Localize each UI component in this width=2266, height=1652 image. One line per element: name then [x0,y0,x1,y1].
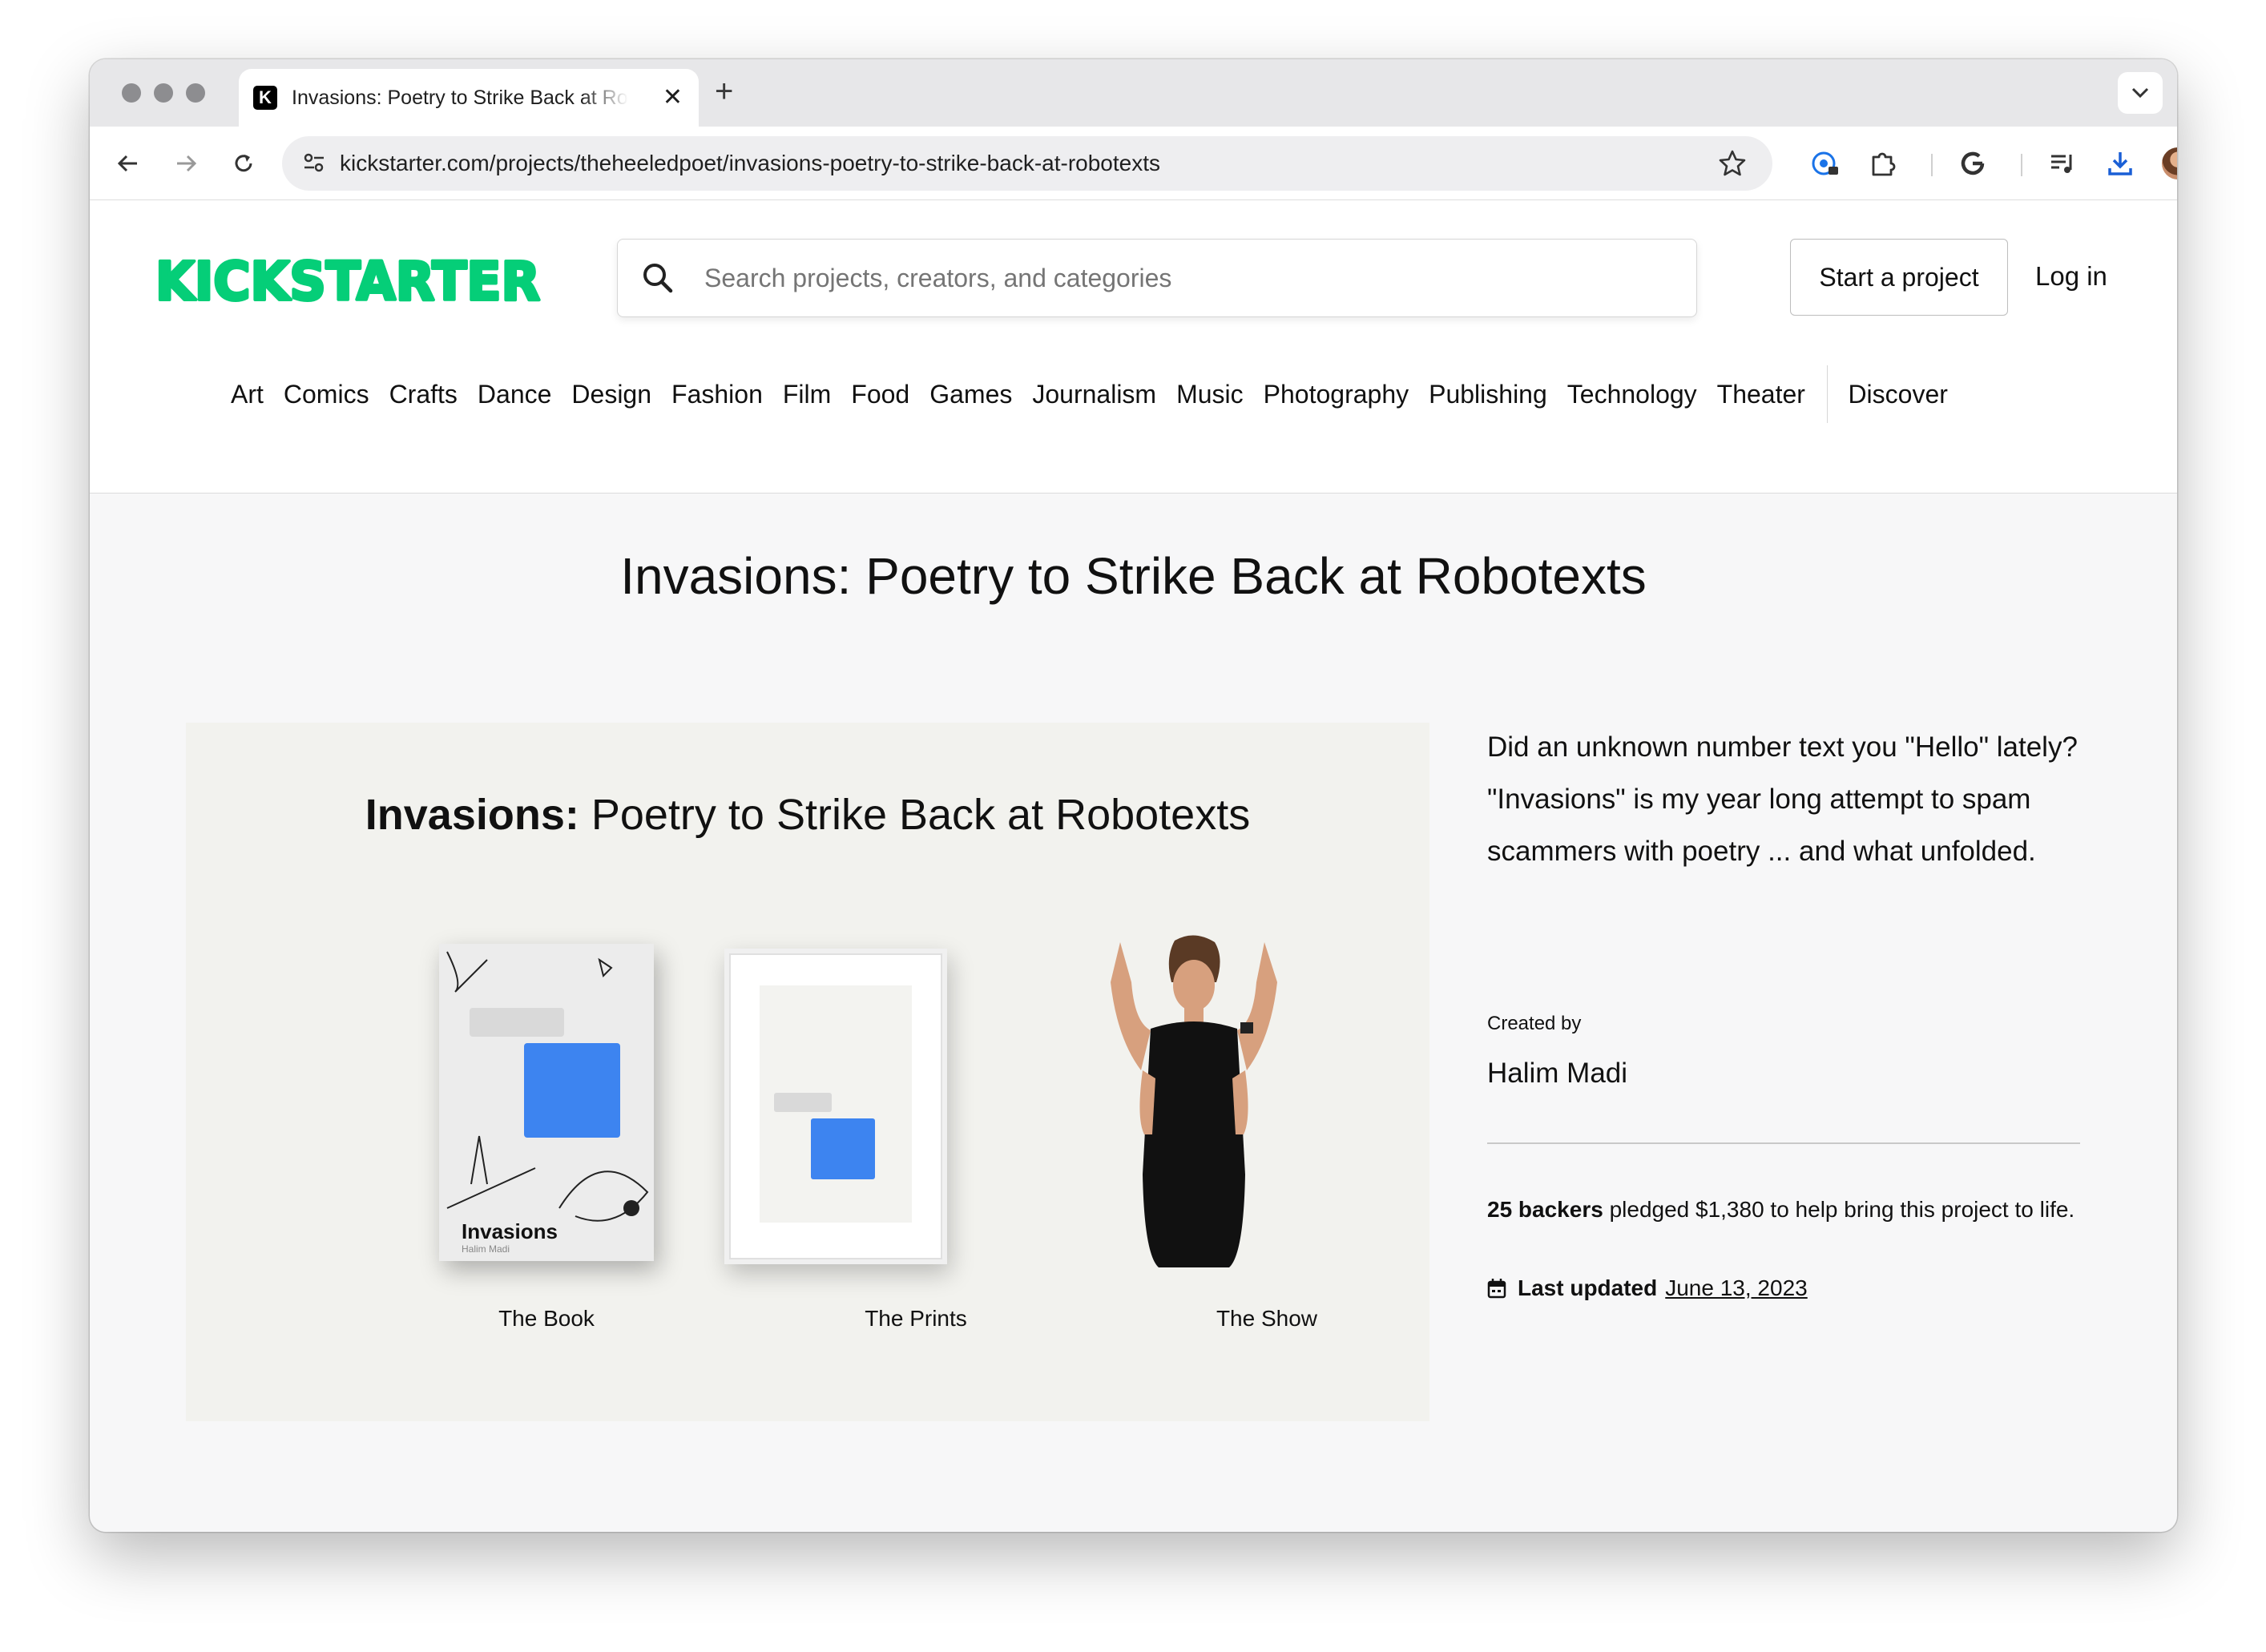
downloads-button[interactable] [2099,143,2141,184]
project-hero-image[interactable]: Invasions: Poetry to Strike Back at Robo… [186,723,1429,1421]
site-header: KICKSTARTER Start a project Log in Art C… [90,200,2177,494]
backers-count: 25 backers [1487,1197,1603,1222]
category-theater[interactable]: Theater [1717,380,1805,409]
google-g-icon [1961,151,1985,175]
bookmark-star-icon[interactable] [1716,147,1748,179]
category-games[interactable]: Games [929,380,1012,409]
category-publishing[interactable]: Publishing [1429,380,1547,409]
tab-search-button[interactable] [2118,72,2163,114]
svg-text:KICKSTARTER: KICKSTARTER [155,255,540,306]
search-icon [643,264,673,293]
toolbar-divider [2021,154,2022,176]
kickstarter-logo-icon: KICKSTARTER [154,249,542,314]
close-window-button[interactable] [122,83,141,103]
category-photography[interactable]: Photography [1264,380,1409,409]
arrow-right-icon [177,155,197,172]
url-text: kickstarter.com/projects/theheeledpoet/i… [340,151,1160,175]
chevron-down-icon [2131,87,2149,99]
project-title: Invasions: Poetry to Strike Back at Robo… [620,547,1647,605]
media-list-icon [2051,155,2072,173]
creator-name-link[interactable]: Halim Madi [1487,1058,1627,1090]
minimize-window-button[interactable] [154,83,173,103]
zoom-window-button[interactable] [186,83,205,103]
print-frame-image [724,949,947,1264]
password-manager-button[interactable] [1804,143,1846,184]
toolbar-divider [1931,154,1933,176]
discover-link[interactable]: Discover [1848,380,1947,409]
extensions-button[interactable] [1862,143,1904,184]
last-updated-label: Last updated [1518,1275,1658,1300]
nav-divider [1826,365,1829,423]
puzzle-icon [1872,152,1896,176]
category-comics[interactable]: Comics [284,380,369,409]
site-settings-icon[interactable] [301,150,327,175]
performer-photo [1111,935,1277,1267]
google-button[interactable] [1952,143,1994,184]
kickstarter-logo[interactable]: KICKSTARTER [154,249,543,314]
download-icon [2108,152,2132,175]
kickstarter-favicon-icon: K [253,86,277,110]
forward-button[interactable] [165,143,207,184]
book-cover-author: Halim Madi [462,1243,510,1255]
divider [1487,1142,2080,1144]
browser-toolbar: kickstarter.com/projects/theheeledpoet/i… [90,127,2177,200]
category-fashion[interactable]: Fashion [671,380,763,409]
last-updated-date-link[interactable]: June 13, 2023 [1665,1275,1808,1301]
category-nav: Art Comics Crafts Dance Design Fashion F… [231,365,1968,423]
window-controls [122,83,205,103]
login-link[interactable]: Log in [2035,261,2107,292]
hero-title-bold: Invasions: [365,791,579,839]
backers-text: pledged $1,380 to help bring this projec… [1603,1197,2075,1222]
category-film[interactable]: Film [783,380,831,409]
address-bar[interactable]: kickstarter.com/projects/theheeledpoet/i… [282,136,1772,191]
hero-title-rest: Poetry to Strike Back at Robotexts [579,791,1251,839]
close-tab-icon[interactable]: ✕ [663,83,683,112]
hero-caption-show: The Show [1216,1306,1318,1331]
print-mat [760,985,912,1223]
hero-title: Invasions: Poetry to Strike Back at Robo… [186,790,1429,840]
category-crafts[interactable]: Crafts [389,380,458,409]
start-project-button[interactable]: Start a project [1790,239,2008,316]
back-button[interactable] [107,143,149,184]
new-tab-icon[interactable]: + [715,74,733,109]
category-journalism[interactable]: Journalism [1032,380,1156,409]
backers-summary: 25 backers pledged $1,380 to help bring … [1487,1194,2096,1226]
arrow-left-icon [117,155,137,172]
tab-title: Invasions: Poetry to Strike Back at Robo… [292,86,628,109]
reading-list-button[interactable] [2042,143,2083,184]
calendar-icon [1487,1279,1506,1299]
category-music[interactable]: Music [1176,380,1244,409]
tab-strip: K Invasions: Poetry to Strike Back at Ro… [90,59,2177,127]
avatar [2162,147,2177,179]
reload-icon [235,155,252,172]
book-cover-image: Invasions Halim Madi [439,944,654,1261]
project-blurb: Did an unknown number text you "Hello" l… [1487,731,2078,867]
text-bubble-grey [470,1008,564,1037]
search-input[interactable] [704,264,1666,293]
browser-window: K Invasions: Poetry to Strike Back at Ro… [90,59,2177,1532]
hero-caption-book: The Book [498,1306,595,1331]
reload-button[interactable] [223,143,264,184]
active-tab[interactable]: K Invasions: Poetry to Strike Back at Ro… [239,69,699,127]
category-design[interactable]: Design [571,380,651,409]
category-food[interactable]: Food [851,380,909,409]
book-cover-title: Invasions [462,1219,558,1243]
print-bubble-blue [811,1118,875,1179]
category-technology[interactable]: Technology [1567,380,1697,409]
print-bubble-grey [774,1093,832,1112]
search-box[interactable] [617,239,1697,317]
hero-caption-prints: The Prints [865,1306,967,1331]
category-art[interactable]: Art [231,380,264,409]
password-key-icon [1812,151,1838,175]
category-dance[interactable]: Dance [478,380,552,409]
profile-button[interactable] [2157,143,2177,184]
created-by-label: Created by [1487,1013,1582,1034]
text-bubble-blue [524,1043,620,1138]
last-updated: Last updated June 13, 2023 [1487,1275,1808,1301]
